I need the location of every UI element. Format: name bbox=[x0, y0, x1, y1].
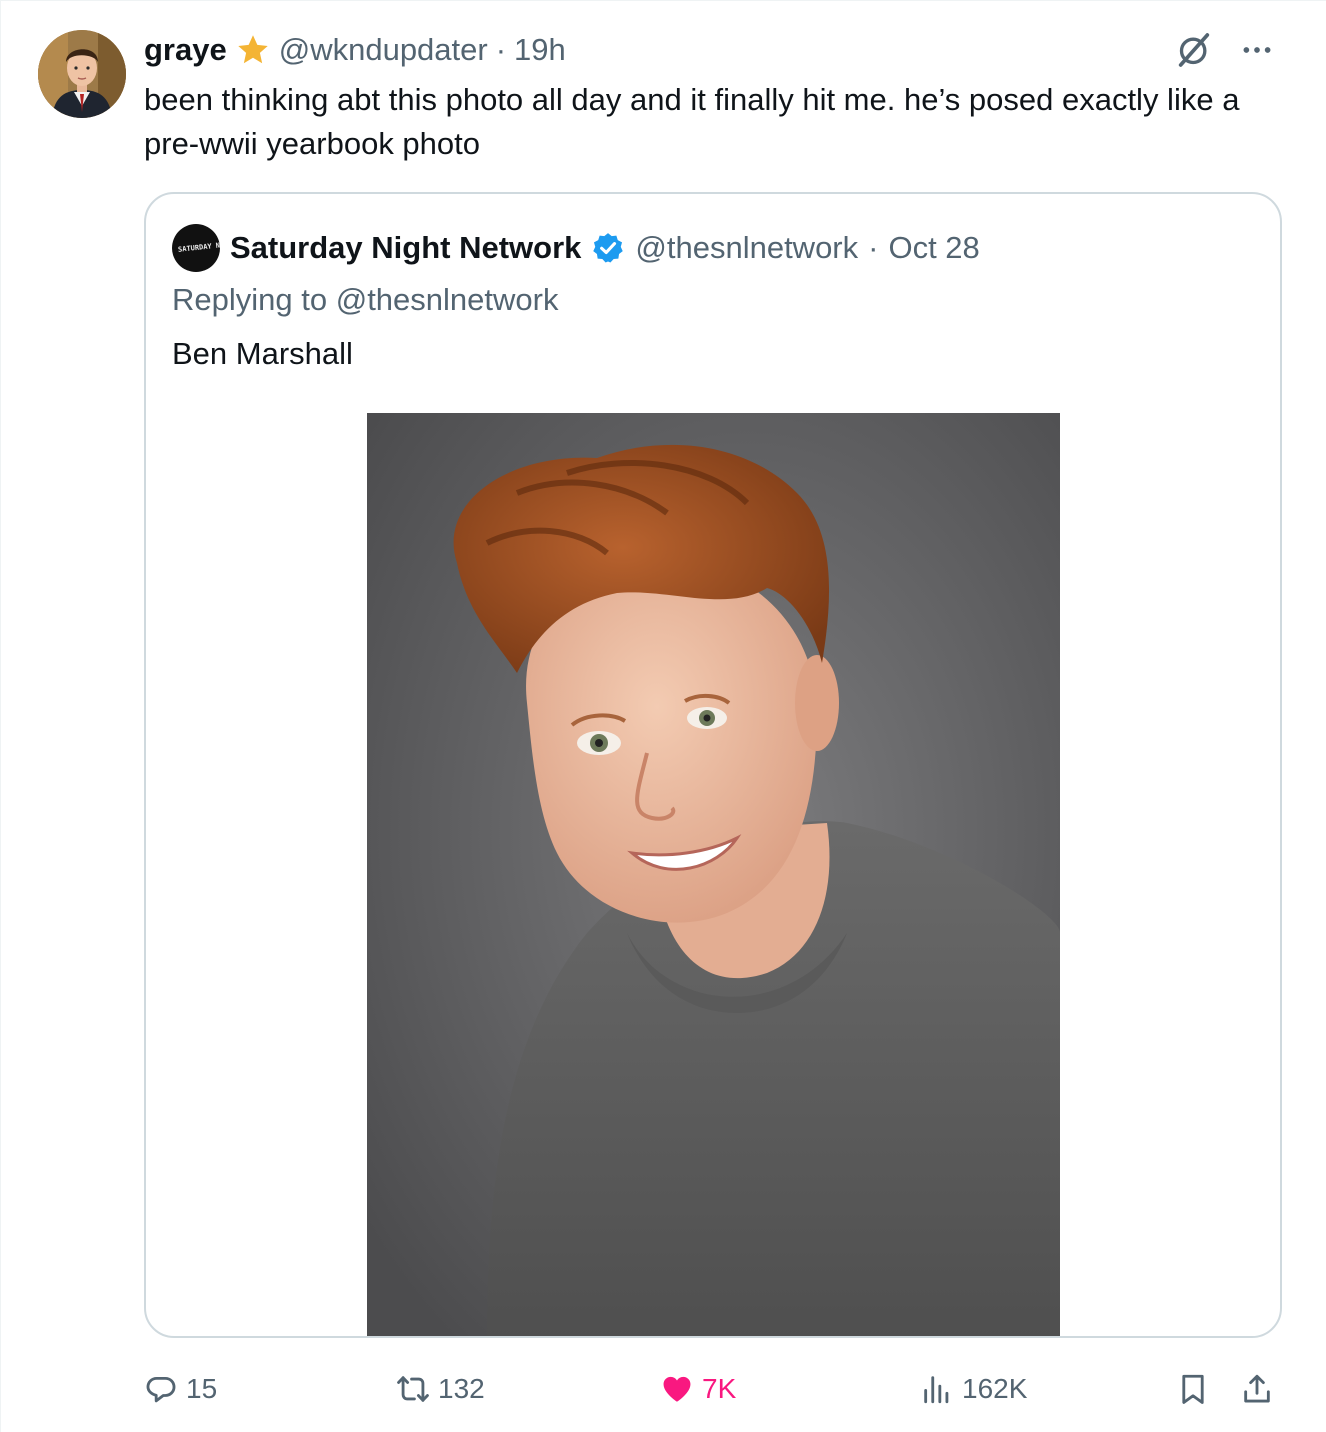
avatar-portrait bbox=[38, 30, 126, 118]
repost-count: 132 bbox=[438, 1373, 485, 1404]
views-count: 162K bbox=[962, 1373, 1028, 1404]
repost-button[interactable]: 132 bbox=[396, 1366, 485, 1412]
heart-icon bbox=[663, 1376, 691, 1402]
quoted-author-handle[interactable]: @thesnlnetwork bbox=[635, 230, 858, 266]
quoted-tweet-card[interactable]: SATURDAY NIGHT NETWORK Saturday Night Ne… bbox=[144, 192, 1282, 1338]
top-divider bbox=[0, 0, 1326, 1]
replying-to: Replying to @thesnlnetwork bbox=[172, 282, 558, 318]
tweet-action-bar: 15 132 7K 162K bbox=[144, 1366, 1282, 1412]
more-icon[interactable] bbox=[1240, 33, 1274, 67]
verified-badge-icon bbox=[593, 233, 624, 263]
repost-icon bbox=[397, 1376, 429, 1402]
share-button[interactable] bbox=[1240, 1366, 1274, 1412]
quoted-author-name[interactable]: Saturday Night Network bbox=[230, 230, 581, 266]
like-button[interactable]: 7K bbox=[660, 1366, 736, 1412]
quoted-text: Ben Marshall bbox=[172, 336, 353, 371]
quoted-date[interactable]: Oct 28 bbox=[888, 230, 979, 266]
share-icon bbox=[1244, 1374, 1270, 1403]
left-divider bbox=[0, 0, 1, 1432]
quoted-photo[interactable] bbox=[367, 413, 1060, 1336]
author-avatar[interactable] bbox=[38, 30, 126, 118]
header-separator: · bbox=[495, 32, 507, 67]
gold-star-icon bbox=[238, 35, 268, 64]
reply-count: 15 bbox=[186, 1373, 218, 1404]
replying-prefix: Replying to bbox=[172, 282, 328, 317]
quoted-avatar[interactable]: SATURDAY NIGHT NETWORK bbox=[172, 224, 220, 272]
like-count: 7K bbox=[702, 1373, 737, 1404]
tweet-header: graye @wkndupdater · 19h bbox=[144, 30, 566, 70]
tweet-top-actions bbox=[1174, 28, 1274, 72]
bookmark-icon bbox=[1182, 1374, 1204, 1404]
views-button[interactable]: 162K bbox=[920, 1366, 1027, 1412]
reply-button[interactable]: 15 bbox=[144, 1366, 217, 1412]
reply-icon bbox=[146, 1376, 176, 1403]
tweet-page: graye @wkndupdater · 19h been thinking a… bbox=[0, 0, 1326, 1432]
tweet-time[interactable]: 19h bbox=[514, 32, 566, 68]
bookmark-button[interactable] bbox=[1176, 1366, 1210, 1412]
grok-icon[interactable] bbox=[1174, 30, 1214, 70]
replying-mention[interactable]: @thesnlnetwork bbox=[336, 282, 559, 317]
views-icon bbox=[924, 1376, 949, 1404]
quoted-avatar-logo: SATURDAY NIGHT NETWORK bbox=[177, 236, 220, 254]
quoted-separator: · bbox=[868, 230, 879, 265]
author-handle[interactable]: @wkndupdater bbox=[279, 32, 488, 68]
author-name[interactable]: graye bbox=[144, 32, 227, 68]
tweet-text: been thinking abt this photo all day and… bbox=[144, 82, 1240, 161]
quoted-header: SATURDAY NIGHT NETWORK Saturday Night Ne… bbox=[172, 224, 980, 272]
portrait-image bbox=[367, 413, 1060, 1336]
